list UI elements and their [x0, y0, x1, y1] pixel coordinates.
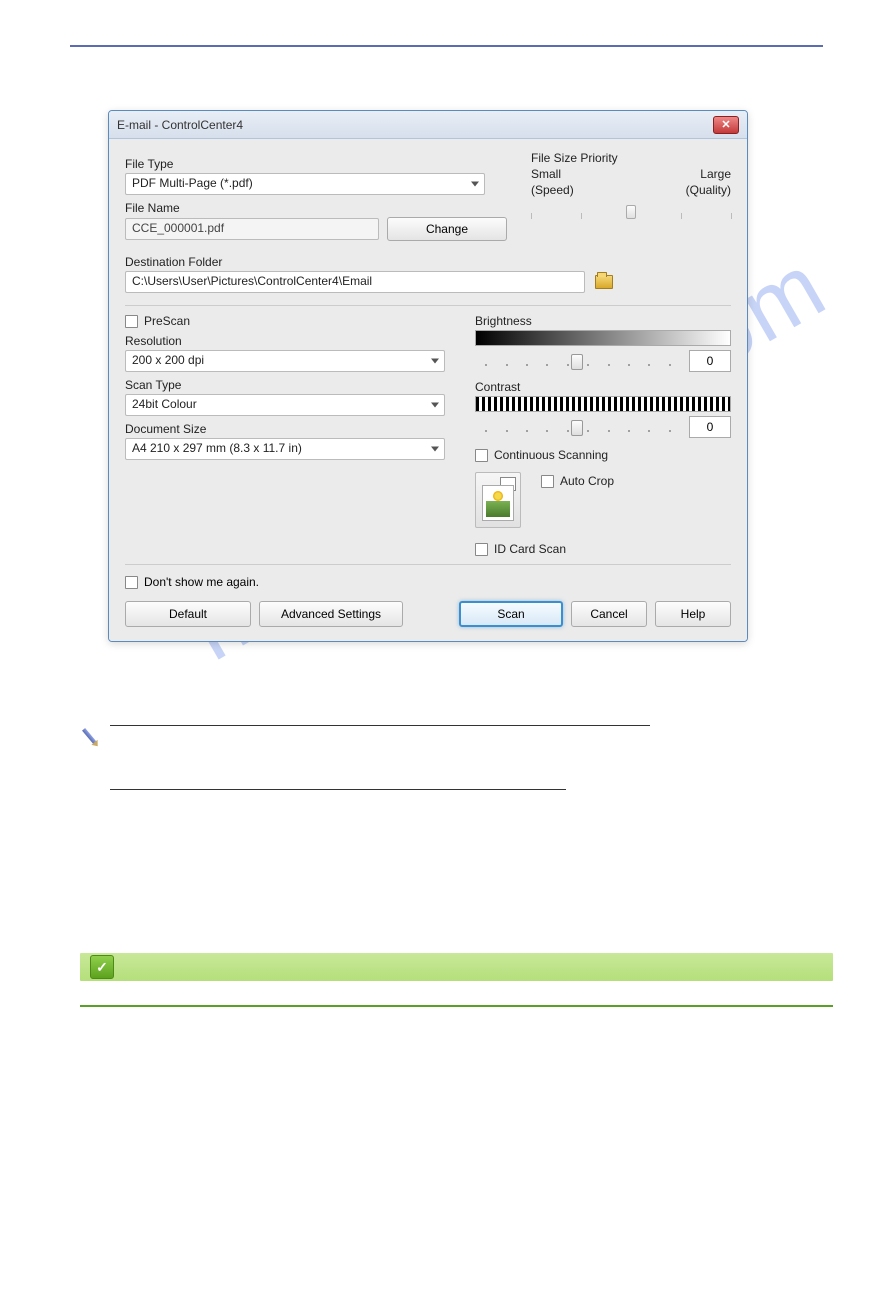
- fsp-quality-label: (Quality): [686, 183, 731, 197]
- close-icon: ✕: [721, 118, 730, 131]
- file-size-priority-label: File Size Priority: [531, 151, 731, 165]
- contrast-label: Contrast: [475, 380, 731, 394]
- brightness-value-field[interactable]: 0: [689, 350, 731, 372]
- green-rule: [80, 1005, 833, 1007]
- help-button[interactable]: Help: [655, 601, 731, 627]
- change-button[interactable]: Change: [387, 217, 507, 241]
- file-size-slider[interactable]: [531, 201, 731, 221]
- file-type-value: PDF Multi-Page (*.pdf): [125, 173, 485, 195]
- email-scan-dialog: E-mail - ControlCenter4 ✕ File Type PDF …: [108, 110, 748, 642]
- slider-thumb-icon: [626, 205, 636, 219]
- file-name-field[interactable]: CCE_000001.pdf: [125, 218, 379, 240]
- fsp-large-label: Large: [700, 167, 731, 181]
- prescan-checkbox[interactable]: [125, 315, 138, 328]
- scan-type-value: 24bit Colour: [125, 394, 445, 416]
- pencil-icon: [76, 723, 104, 751]
- cancel-button[interactable]: Cancel: [571, 601, 647, 627]
- prescan-label: PreScan: [144, 314, 190, 328]
- note-line: [110, 789, 566, 803]
- scan-type-label: Scan Type: [125, 378, 445, 392]
- resolution-label: Resolution: [125, 334, 445, 348]
- scan-type-select[interactable]: 24bit Colour: [125, 394, 445, 416]
- slider-thumb-icon: [571, 354, 583, 370]
- section-divider: [125, 564, 731, 565]
- note-line: [110, 725, 650, 739]
- page-top-rule: [70, 45, 823, 47]
- brightness-slider[interactable]: [475, 352, 679, 370]
- continuous-scanning-checkbox[interactable]: [475, 449, 488, 462]
- fsp-small-label: Small: [531, 167, 561, 181]
- resolution-value: 200 x 200 dpi: [125, 350, 445, 372]
- folder-icon: [595, 275, 613, 289]
- destination-folder-field[interactable]: C:\Users\User\Pictures\ControlCenter4\Em…: [125, 271, 585, 293]
- file-name-label: File Name: [125, 201, 507, 215]
- success-bar: ✓: [80, 953, 833, 981]
- id-card-scan-label: ID Card Scan: [494, 542, 566, 556]
- continuous-scanning-label: Continuous Scanning: [494, 448, 608, 462]
- file-type-select[interactable]: PDF Multi-Page (*.pdf): [125, 173, 485, 195]
- auto-crop-label: Auto Crop: [560, 474, 614, 488]
- advanced-settings-button[interactable]: Advanced Settings: [259, 601, 403, 627]
- default-button[interactable]: Default: [125, 601, 251, 627]
- document-size-select[interactable]: A4 210 x 297 mm (8.3 x 11.7 in): [125, 438, 445, 460]
- slider-thumb-icon: [571, 420, 583, 436]
- document-size-label: Document Size: [125, 422, 445, 436]
- brightness-label: Brightness: [475, 314, 731, 328]
- dialog-body: File Type PDF Multi-Page (*.pdf) File Na…: [109, 139, 747, 641]
- id-card-scan-checkbox[interactable]: [475, 543, 488, 556]
- destination-folder-label: Destination Folder: [125, 255, 731, 269]
- document-size-value: A4 210 x 297 mm (8.3 x 11.7 in): [125, 438, 445, 460]
- below-content: ✓: [80, 725, 833, 1007]
- browse-folder-button[interactable]: [593, 272, 615, 292]
- close-button[interactable]: ✕: [713, 116, 739, 134]
- fsp-speed-label: (Speed): [531, 183, 574, 197]
- file-type-label: File Type: [125, 157, 507, 171]
- brightness-gradient-icon: [475, 330, 731, 346]
- titlebar: E-mail - ControlCenter4 ✕: [109, 111, 747, 139]
- scan-button[interactable]: Scan: [459, 601, 563, 627]
- contrast-pattern-icon: [475, 396, 731, 412]
- dont-show-again-label: Don't show me again.: [144, 575, 259, 589]
- auto-crop-checkbox[interactable]: [541, 475, 554, 488]
- thumb-photo-icon: [482, 485, 514, 521]
- scan-preview-thumbnail[interactable]: [475, 472, 521, 528]
- contrast-slider[interactable]: [475, 418, 679, 436]
- resolution-select[interactable]: 200 x 200 dpi: [125, 350, 445, 372]
- dont-show-again-checkbox[interactable]: [125, 576, 138, 589]
- check-icon: ✓: [90, 955, 114, 979]
- window-title: E-mail - ControlCenter4: [117, 118, 713, 132]
- section-divider: [125, 305, 731, 306]
- contrast-value-field[interactable]: 0: [689, 416, 731, 438]
